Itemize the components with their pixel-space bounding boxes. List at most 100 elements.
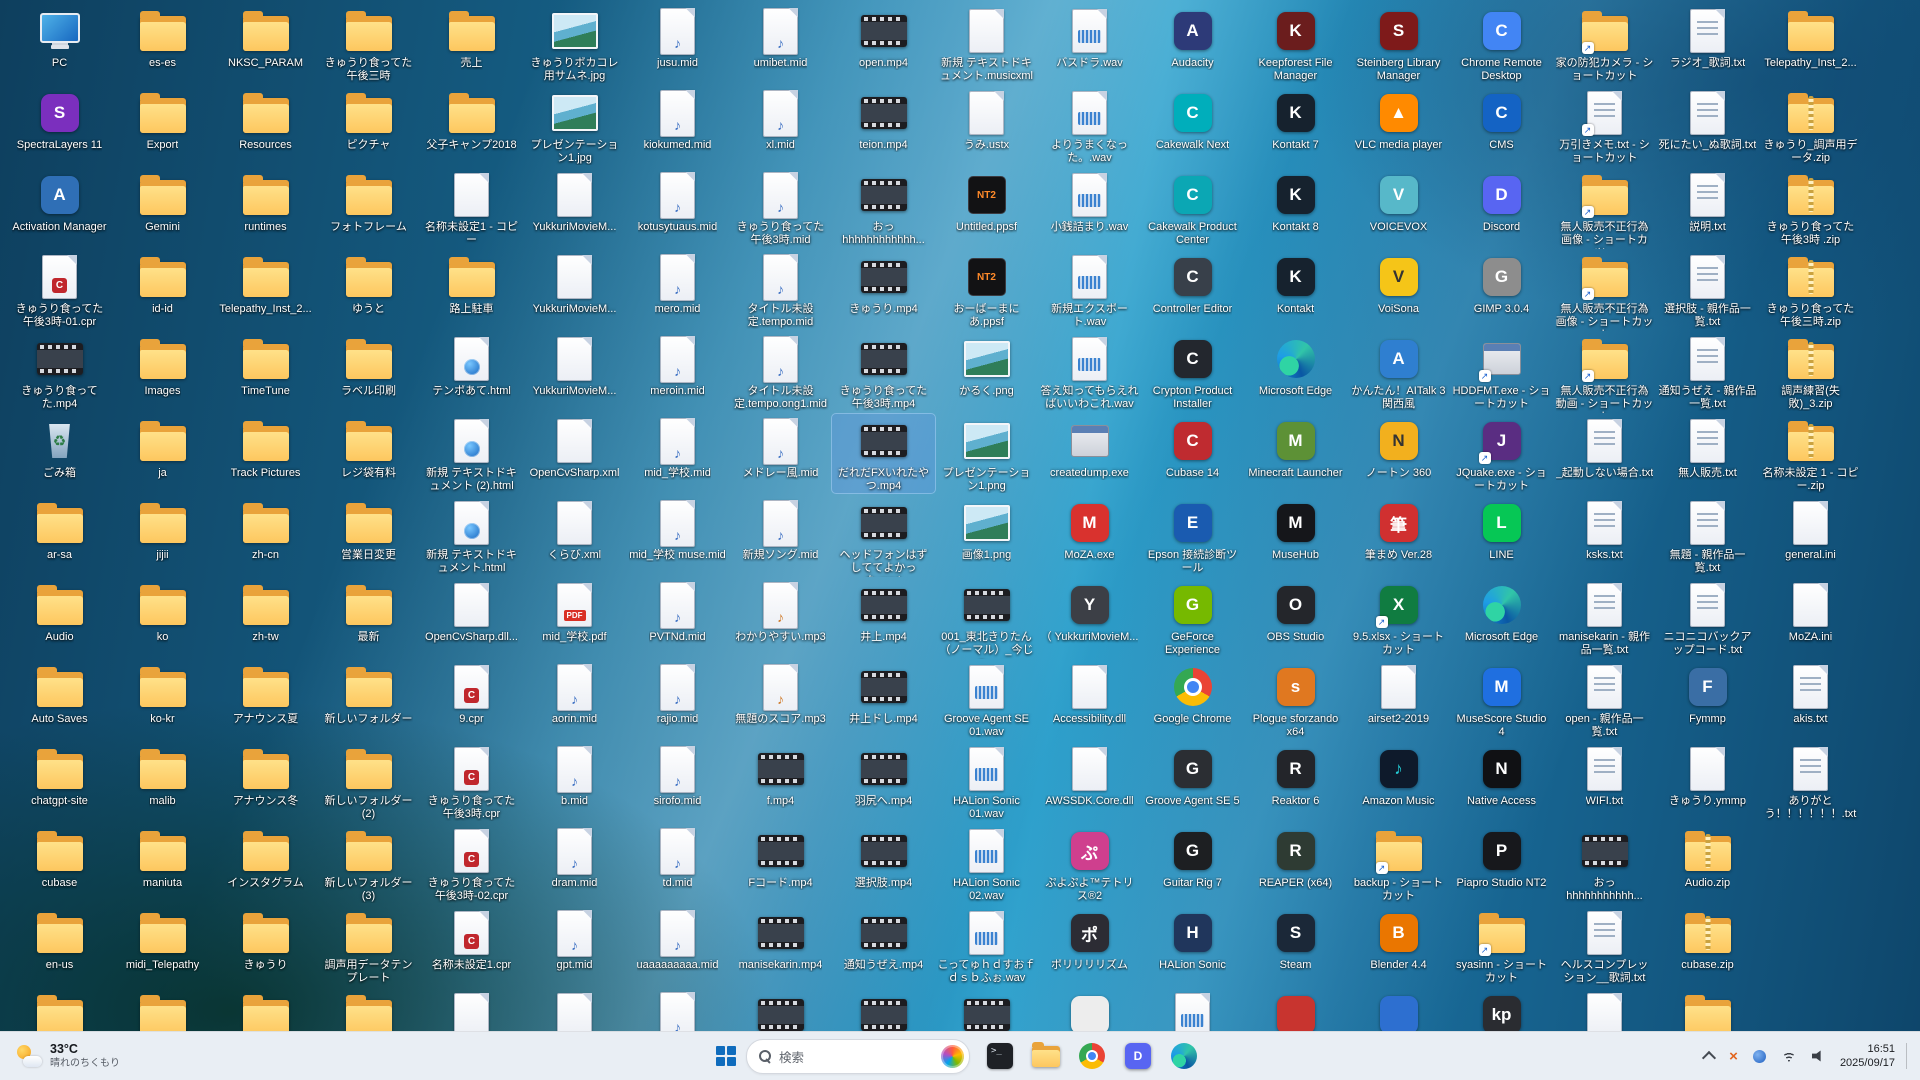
desktop-icon[interactable]: NKSC_PARAM	[214, 4, 317, 70]
desktop-icon[interactable]: KKontakt 7	[1244, 86, 1347, 152]
desktop-icon[interactable]: ↗HDDFMT.exe - ショートカット	[1450, 332, 1553, 411]
desktop-icon[interactable]: Y（ YukkuriMovieM...	[1038, 578, 1141, 644]
desktop-icon[interactable]: Accessibility.dll	[1038, 660, 1141, 726]
desktop-icon[interactable]: OOBS Studio	[1244, 578, 1347, 644]
desktop-icon[interactable]: _起動しない場合.txt	[1553, 414, 1656, 480]
desktop-icon[interactable]: きゅうり食ってた午後三時	[317, 4, 420, 83]
desktop-icon[interactable]	[111, 988, 214, 1032]
desktop-icon[interactable]: open.mp4	[832, 4, 935, 70]
desktop-icon[interactable]: akis.txt	[1759, 660, 1862, 726]
desktop-icon[interactable]: VVOICEVOX	[1347, 168, 1450, 234]
desktop-icon[interactable]: PDFmid_学校.pdf	[523, 578, 626, 644]
desktop-icon[interactable]: ar-sa	[8, 496, 111, 562]
taskbar-app-discord[interactable]: D	[1118, 1036, 1158, 1076]
desktop-icon[interactable]: CCMS	[1450, 86, 1553, 152]
desktop-icon[interactable]: HALion Sonic 02.wav	[935, 824, 1038, 903]
search-box[interactable]: 検索	[746, 1039, 970, 1074]
desktop-icon[interactable]: ♪gpt.mid	[523, 906, 626, 972]
desktop-icon[interactable]: CController Editor	[1141, 250, 1244, 316]
desktop-icon[interactable]: ↗家の防犯カメラ - ショートカット	[1553, 4, 1656, 83]
show-desktop-button[interactable]	[1906, 1043, 1912, 1069]
desktop-icon[interactable]: 名称未設定1 - コピー	[420, 168, 523, 247]
desktop-icon[interactable]	[1656, 988, 1759, 1032]
desktop-icon[interactable]: ♪タイトル未設定.tempo.mid	[729, 250, 832, 329]
taskbar-clock[interactable]: 16:51 2025/09/17	[1840, 1042, 1895, 1071]
desktop-icon[interactable]: NNative Access	[1450, 742, 1553, 808]
search-highlight-icon[interactable]	[941, 1045, 964, 1068]
desktop-icon[interactable]: manisekarin - 親作品一覧.txt	[1553, 578, 1656, 657]
desktop-icon[interactable]: バスドラ.wav	[1038, 4, 1141, 70]
desktop-icon[interactable]: おっhhhhhhhhhhhh...	[832, 168, 935, 247]
desktop-icon[interactable]: きゅうり食ってた午後3時.mp4	[832, 332, 935, 411]
desktop-icon[interactable]: 新しいフォルダー (3)	[317, 824, 420, 903]
desktop-icon[interactable]: ja	[111, 414, 214, 480]
desktop-icon[interactable]: zh-cn	[214, 496, 317, 562]
desktop-icon[interactable]: 新規 テキストドキュメント.musicxml	[935, 4, 1038, 83]
desktop-icon[interactable]: 無人販売.txt	[1656, 414, 1759, 480]
desktop-icon[interactable]: きゅうり食ってた午後三時.zip	[1759, 250, 1862, 329]
desktop-icon[interactable]: 選択肢.mp4	[832, 824, 935, 890]
desktop-icon[interactable]: ♻ごみ箱	[8, 414, 111, 480]
desktop-icon[interactable]: Fコード.mp4	[729, 824, 832, 890]
desktop-icon[interactable]: MMuseHub	[1244, 496, 1347, 562]
desktop-icon[interactable]: 調声用データテンプレート	[317, 906, 420, 985]
desktop-icon[interactable]: ♪無題のスコア.mp3	[729, 660, 832, 726]
desktop-icon[interactable]: 画像1.png	[935, 496, 1038, 562]
desktop-icon[interactable]: NT2おーばーまにあ.ppsf	[935, 250, 1038, 329]
desktop-icon[interactable]: ヘッドフォンはずしててよかった.mp4	[832, 496, 935, 577]
desktop-icon[interactable]: だれだFXいれたやつ.mp4	[832, 414, 935, 493]
desktop-icon[interactable]: 小銭詰まり.wav	[1038, 168, 1141, 234]
desktop-icon[interactable]: CCakewalk Next	[1141, 86, 1244, 152]
desktop-icon[interactable]: アナウンス夏	[214, 660, 317, 726]
desktop-icon[interactable]: ♪メドレー風.mid	[729, 414, 832, 480]
desktop-icon[interactable]: ko	[111, 578, 214, 644]
desktop-icon[interactable]: WIFI.txt	[1553, 742, 1656, 808]
desktop-icon[interactable]	[523, 988, 626, 1032]
desktop-icon[interactable]: ♪uaaaaaaaaa.mid	[626, 906, 729, 972]
desktop-icon[interactable]	[1553, 988, 1656, 1032]
desktop-icon[interactable]: open - 親作品一覧.txt	[1553, 660, 1656, 739]
desktop-icon[interactable]	[729, 988, 832, 1032]
desktop-icon[interactable]: レジ袋有料	[317, 414, 420, 480]
desktop-icon[interactable]: インスタグラム	[214, 824, 317, 890]
desktop-icon[interactable]: きゅうりボカコレ用サムネ.jpg	[523, 4, 626, 83]
desktop-icon[interactable]: airset2-2019	[1347, 660, 1450, 726]
desktop-icon[interactable]: HALion Sonic 01.wav	[935, 742, 1038, 821]
desktop-icon[interactable]: OpenCvSharp.xml	[523, 414, 626, 480]
desktop-icon[interactable]: ♪mero.mid	[626, 250, 729, 316]
desktop-icon[interactable]: GGuitar Rig 7	[1141, 824, 1244, 890]
desktop-icon[interactable]: CCrypton Product Installer	[1141, 332, 1244, 411]
desktop-icon[interactable]: 筆筆まめ Ver.28	[1347, 496, 1450, 562]
desktop-icon[interactable]: フォトフレーム	[317, 168, 420, 234]
desktop-icon[interactable]: 新しいフォルダー (2)	[317, 742, 420, 821]
desktop-icon[interactable]: ♪kiokumed.mid	[626, 86, 729, 152]
desktop-icon[interactable]: Resources	[214, 86, 317, 152]
desktop-icon[interactable]: きゅうり食ってた午後3時 .zip	[1759, 168, 1862, 247]
desktop-icon[interactable]: CCakewalk Product Center	[1141, 168, 1244, 247]
desktop-icon[interactable]	[1141, 988, 1244, 1032]
desktop-icon[interactable]: Export	[111, 86, 214, 152]
desktop-icon[interactable]: cubase	[8, 824, 111, 890]
desktop-icon[interactable]	[1244, 988, 1347, 1032]
desktop-icon[interactable]: zh-tw	[214, 578, 317, 644]
desktop-icon[interactable]: 新しいフォルダー	[317, 660, 420, 726]
desktop-icon[interactable]: 新規エクスポート.wav	[1038, 250, 1141, 329]
desktop-icon[interactable]: f.mp4	[729, 742, 832, 808]
desktop-icon[interactable]: 死にたい_ぬ歌詞.txt	[1656, 86, 1759, 152]
desktop-icon[interactable]: 父子キャンプ2018	[420, 86, 523, 152]
desktop-icon[interactable]: ♪きゅうり食ってた午後3時.mid	[729, 168, 832, 247]
desktop-icon[interactable]: TimeTune	[214, 332, 317, 398]
desktop-icon[interactable]	[214, 988, 317, 1032]
desktop-icon[interactable]: Microsoft Edge	[1244, 332, 1347, 398]
desktop-icon[interactable]: Telepathy_Inst_2...	[1759, 4, 1862, 70]
desktop-icon[interactable]: 井上.mp4	[832, 578, 935, 644]
desktop-icon[interactable]: Microsoft Edge	[1450, 578, 1553, 644]
desktop-icon[interactable]: くらび.xml	[523, 496, 626, 562]
desktop-icon[interactable]: PPiapro Studio NT2	[1450, 824, 1553, 890]
desktop-icon[interactable]: jijii	[111, 496, 214, 562]
desktop-icon[interactable]: ♪mid_学校.mid	[626, 414, 729, 480]
volume-icon[interactable]	[1810, 1048, 1829, 1065]
desktop-icon[interactable]: KKontakt	[1244, 250, 1347, 316]
desktop-icon[interactable]	[832, 988, 935, 1032]
desktop-icon[interactable]: KKeepforest File Manager	[1244, 4, 1347, 83]
